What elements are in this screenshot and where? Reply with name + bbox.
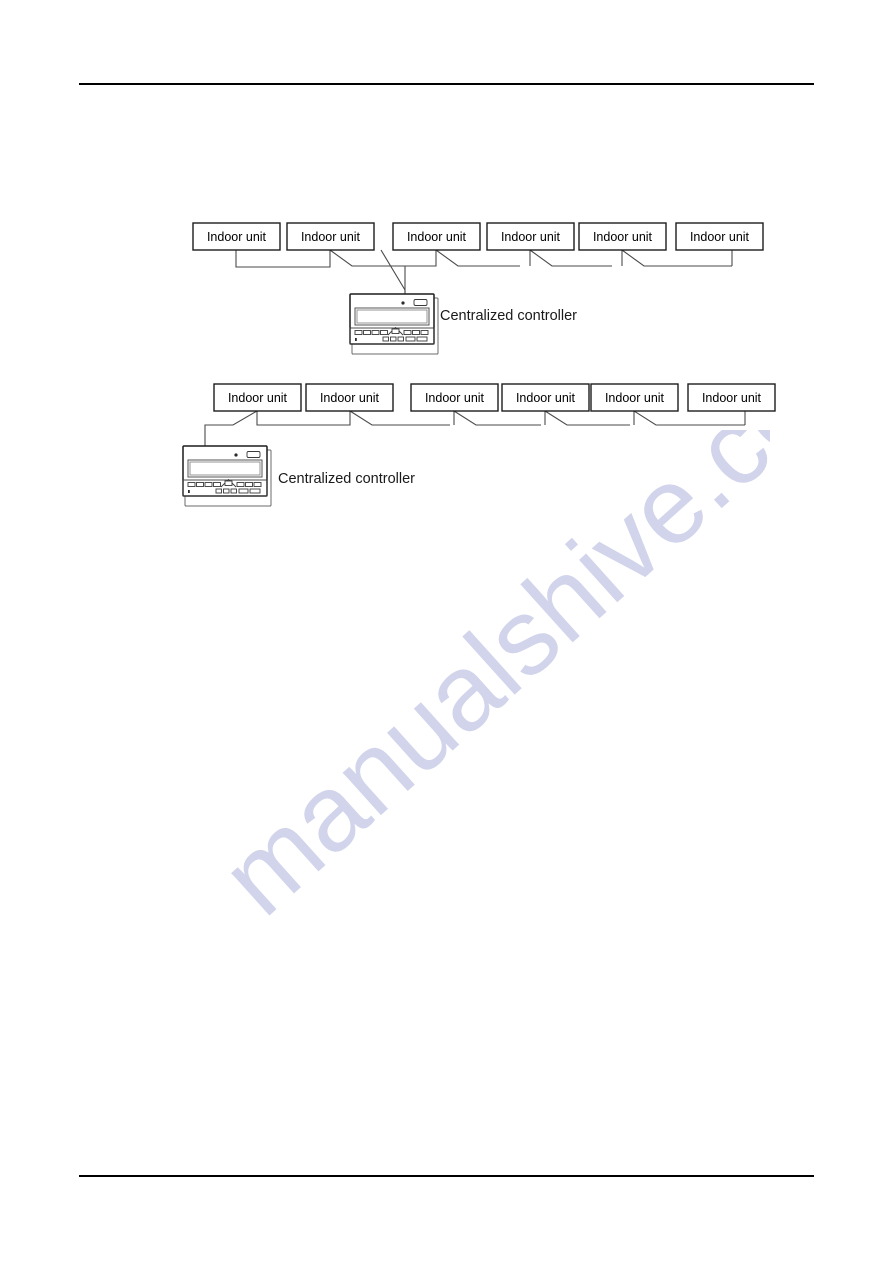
- wire-unit2-unit3: [349, 410, 450, 426]
- indicator-bar-icon: [246, 451, 261, 458]
- indoor-unit-5[interactable]: Indoor unit: [578, 222, 667, 251]
- indoor-unit-label: Indoor unit: [207, 230, 267, 244]
- indoor-unit-label: Indoor unit: [320, 391, 380, 405]
- indoor-unit-label: Indoor unit: [501, 230, 561, 244]
- status-led-icon: [234, 453, 238, 457]
- wiring-bus: [235, 249, 733, 295]
- keypad-right[interactable]: [403, 330, 429, 335]
- indoor-unit-1[interactable]: Indoor unit: [213, 383, 302, 412]
- indoor-unit-label: Indoor unit: [228, 391, 288, 405]
- indoor-unit-label: Indoor unit: [702, 391, 762, 405]
- indoor-unit-6[interactable]: Indoor unit: [687, 383, 776, 412]
- diagram-centralized-controller-center: Indoor unit Indoor unit Indoor unit Indo…: [0, 210, 893, 360]
- indoor-unit-2[interactable]: Indoor unit: [286, 222, 375, 251]
- diagram-centralized-controller-end: Indoor unit Indoor unit Indoor unit Indo…: [0, 378, 893, 523]
- wire-unit1-unit2: [256, 411, 351, 426]
- indoor-unit-4[interactable]: Indoor unit: [486, 222, 575, 251]
- indoor-unit-label: Indoor unit: [690, 230, 750, 244]
- wire-unit4-unit5: [544, 410, 630, 426]
- centralized-controller-label: Centralized controller: [278, 471, 415, 487]
- indoor-unit-5[interactable]: Indoor unit: [590, 383, 679, 412]
- indoor-unit-label: Indoor unit: [301, 230, 361, 244]
- header-rule: [79, 83, 814, 85]
- wire-unit3-unit4: [435, 249, 520, 267]
- indoor-unit-3[interactable]: Indoor unit: [392, 222, 481, 251]
- wire-unit2-bus: [329, 249, 427, 267]
- wire-unit5-unit6: [621, 249, 732, 267]
- wire-trunk-to-controller: [380, 249, 406, 295]
- wire-unit3-bus: [405, 250, 437, 267]
- indoor-unit-label: Indoor unit: [593, 230, 653, 244]
- indoor-unit-label: Indoor unit: [605, 391, 665, 405]
- indoor-unit-label: Indoor unit: [425, 391, 485, 405]
- nav-center-key[interactable]: [391, 328, 400, 334]
- page-canvas: manualshive.com Indoor unit Indoor unit …: [0, 0, 893, 1263]
- indicator-bar-icon: [413, 299, 428, 306]
- centralized-controller-device[interactable]: [182, 445, 272, 507]
- wire-unit3-unit4: [453, 410, 541, 426]
- indoor-unit-2[interactable]: Indoor unit: [305, 383, 394, 412]
- wire-unit1-unit2: [235, 250, 331, 268]
- status-led-icon: [401, 301, 405, 305]
- wire-to-controller: [204, 410, 258, 448]
- wire-unit5-unit6: [633, 410, 745, 426]
- wire-unit4-unit5: [529, 249, 612, 267]
- indoor-unit-4[interactable]: Indoor unit: [501, 383, 590, 412]
- indoor-unit-label: Indoor unit: [407, 230, 467, 244]
- footer-rule: [79, 1175, 814, 1177]
- nav-center-key[interactable]: [224, 480, 233, 486]
- wiring-bus: [204, 410, 746, 448]
- centralized-controller-device[interactable]: [349, 293, 439, 355]
- indoor-unit-label: Indoor unit: [516, 391, 576, 405]
- keypad-right[interactable]: [236, 482, 262, 487]
- indoor-unit-3[interactable]: Indoor unit: [410, 383, 499, 412]
- indoor-unit-6[interactable]: Indoor unit: [675, 222, 764, 251]
- indoor-unit-1[interactable]: Indoor unit: [192, 222, 281, 251]
- centralized-controller-label: Centralized controller: [440, 308, 577, 324]
